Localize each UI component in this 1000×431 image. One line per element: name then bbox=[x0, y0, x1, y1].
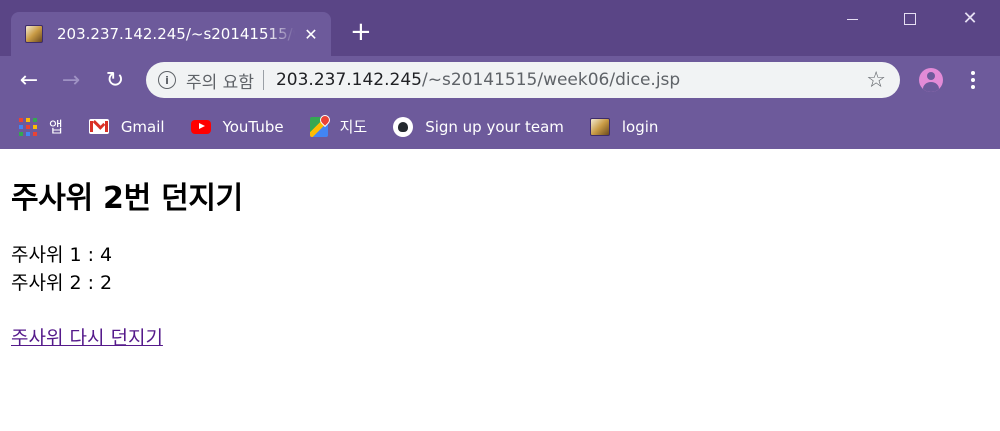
tab-title: 203.237.142.245/~s20141515/week06/dice.j… bbox=[57, 25, 295, 43]
bookmark-label: 앱 bbox=[49, 118, 63, 136]
active-tab[interactable]: 203.237.142.245/~s20141515/week06/dice.j… bbox=[11, 12, 331, 56]
omnibox-divider bbox=[262, 70, 264, 90]
dice-result-1: 주사위 1 : 4 bbox=[11, 244, 113, 266]
reload-button[interactable]: ↻ bbox=[101, 66, 129, 94]
forward-button[interactable]: → bbox=[57, 66, 85, 94]
tab-strip: 203.237.142.245/~s20141515/week06/dice.j… bbox=[0, 0, 1000, 56]
gmail-icon bbox=[88, 119, 109, 134]
bookmark-maps[interactable]: 지도 bbox=[309, 112, 368, 137]
url-path: /~s20141515/week06/dice.jsp bbox=[421, 70, 681, 90]
new-tab-button[interactable]: + bbox=[350, 18, 372, 46]
site-favicon-icon bbox=[589, 117, 610, 136]
bookmark-label: YouTube bbox=[222, 117, 284, 136]
site-favicon-icon bbox=[25, 25, 43, 43]
bookmark-label: Gmail bbox=[120, 117, 165, 136]
bookmark-label: 지도 bbox=[339, 118, 368, 136]
back-button[interactable]: ← bbox=[15, 66, 43, 94]
info-icon[interactable]: i bbox=[158, 71, 176, 89]
browser-chrome: 203.237.142.245/~s20141515/week06/dice.j… bbox=[0, 0, 1000, 149]
reroll-dice-link[interactable]: 주사위 다시 던지기 bbox=[11, 327, 163, 349]
dice-result-2: 주사위 2 : 2 bbox=[11, 272, 113, 294]
minimize-button[interactable] bbox=[832, 4, 872, 34]
bookmark-label: Sign up your team bbox=[425, 117, 564, 136]
close-window-icon: ✕ bbox=[962, 8, 978, 29]
apps-grid-icon bbox=[19, 117, 37, 136]
browser-toolbar: ← → ↻ i 주의 요함 203.237.142.245/~s20141515… bbox=[0, 56, 1000, 104]
github-icon bbox=[393, 116, 414, 137]
bookmarks-bar: 앱 Gmail YouTube 지도 Sign up your team log… bbox=[0, 104, 1000, 149]
url-host: 203.237.142.245 bbox=[275, 70, 422, 90]
bookmark-youtube[interactable]: YouTube bbox=[190, 117, 284, 136]
bookmark-gmail[interactable]: Gmail bbox=[88, 117, 165, 136]
minimize-icon bbox=[846, 18, 858, 20]
maps-icon bbox=[309, 112, 332, 137]
close-window-button[interactable]: ✕ bbox=[950, 4, 990, 34]
bookmark-label: login bbox=[621, 117, 659, 136]
maximize-button[interactable] bbox=[890, 4, 930, 34]
security-status-label[interactable]: 주의 요함 bbox=[186, 68, 254, 93]
maximize-icon bbox=[904, 13, 916, 25]
page-content: 주사위 2번 던지기 주사위 1 : 4 주사위 2 : 2 주사위 다시 던지… bbox=[0, 149, 1000, 431]
page-title: 주사위 2번 던지기 bbox=[11, 181, 243, 216]
bookmark-star-icon[interactable]: ☆ bbox=[866, 68, 886, 93]
close-tab-icon[interactable]: ✕ bbox=[303, 25, 319, 44]
address-bar[interactable]: i 주의 요함 203.237.142.245/~s20141515/week0… bbox=[146, 62, 900, 98]
bookmark-login[interactable]: login bbox=[589, 117, 659, 136]
bookmark-apps[interactable]: 앱 bbox=[19, 116, 63, 137]
profile-avatar-icon[interactable] bbox=[919, 68, 943, 92]
youtube-icon bbox=[190, 119, 211, 134]
menu-kebab-icon[interactable] bbox=[963, 66, 983, 94]
bookmark-github[interactable]: Sign up your team bbox=[393, 116, 564, 137]
